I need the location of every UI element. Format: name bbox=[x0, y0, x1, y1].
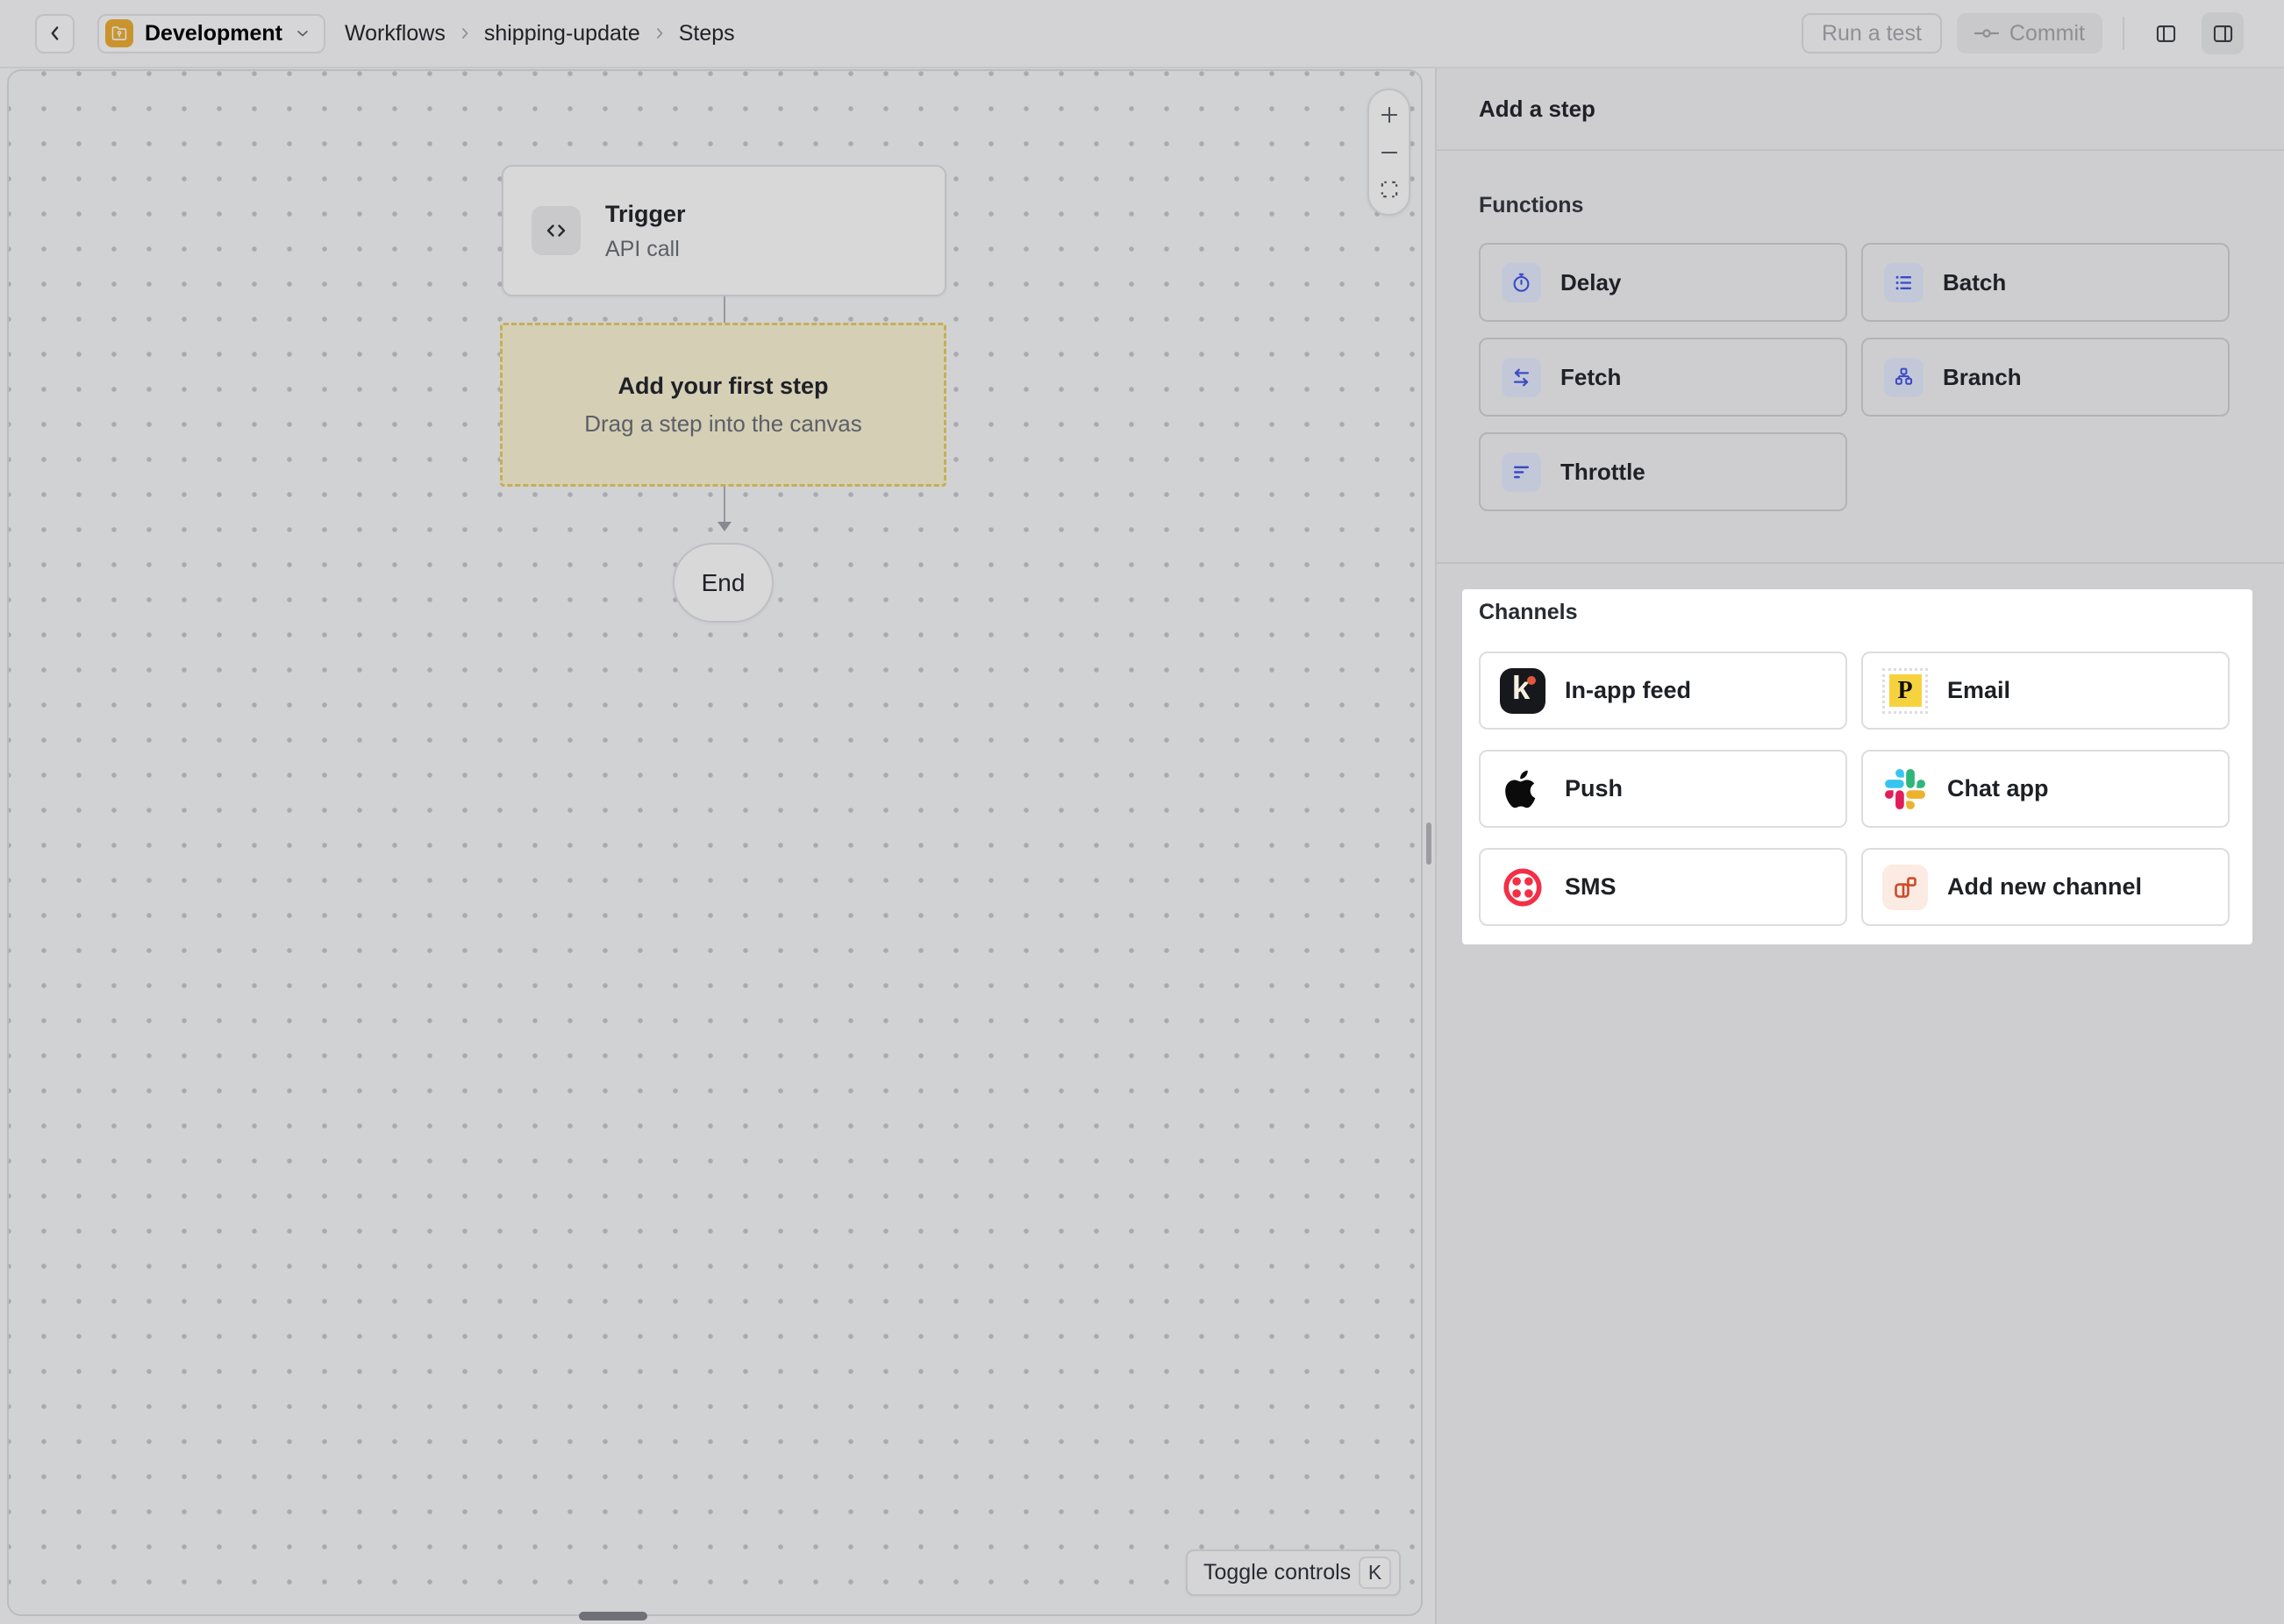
fit-view-icon bbox=[1378, 178, 1401, 201]
channel-card-add-new-channel[interactable]: Add new channel bbox=[1861, 848, 2230, 926]
trigger-node[interactable]: Trigger API call bbox=[502, 165, 946, 296]
function-card-batch[interactable]: Batch bbox=[1861, 243, 2230, 322]
end-node[interactable]: End bbox=[673, 543, 774, 623]
back-button[interactable] bbox=[35, 14, 75, 53]
add-channel-blocks-icon bbox=[1882, 865, 1928, 910]
zoom-out-button[interactable] bbox=[1374, 138, 1404, 167]
dropzone-title: Add your first step bbox=[617, 373, 828, 400]
sidebar-section-divider bbox=[1437, 562, 2284, 564]
minus-icon bbox=[1378, 141, 1401, 164]
canvas-zoom-controls bbox=[1367, 89, 1410, 216]
vertical-scrollbar-thumb[interactable] bbox=[1426, 823, 1431, 865]
sidebar-title: Add a step bbox=[1437, 68, 2284, 151]
edge-connector bbox=[724, 296, 725, 323]
commit-icon bbox=[1974, 26, 1999, 40]
run-a-test-button[interactable]: Run a test bbox=[1802, 13, 1942, 53]
keyboard-shortcut-badge: K bbox=[1359, 1556, 1391, 1589]
commit-button[interactable]: Commit bbox=[1957, 13, 2102, 53]
topbar-actions: Run a test Commit bbox=[1802, 12, 2244, 54]
trigger-title: Trigger bbox=[605, 199, 686, 229]
environment-selector[interactable]: Development bbox=[97, 14, 325, 53]
edge-arrowhead-icon bbox=[717, 522, 732, 531]
knock-logo-icon: k bbox=[1500, 668, 1545, 714]
toggle-right-panel-button[interactable] bbox=[2202, 12, 2244, 54]
toggle-controls-button[interactable]: Toggle controls K bbox=[1186, 1549, 1401, 1596]
add-step-sidebar: Add a step Functions Delay Batch Fetch B… bbox=[1435, 68, 2284, 1624]
plus-icon bbox=[1378, 103, 1401, 126]
topbar-divider bbox=[2123, 17, 2124, 50]
function-card-throttle[interactable]: Throttle bbox=[1479, 432, 1847, 511]
dropzone-subtitle: Drag a step into the canvas bbox=[584, 410, 862, 438]
code-icon bbox=[532, 206, 581, 255]
channel-card-email[interactable]: P Email bbox=[1861, 652, 2230, 730]
environment-label: Development bbox=[145, 21, 282, 46]
breadcrumb-steps: Steps bbox=[679, 21, 735, 46]
environment-folder-icon bbox=[105, 19, 133, 47]
chevron-down-icon bbox=[294, 25, 311, 42]
edge-connector bbox=[724, 487, 725, 523]
function-card-fetch[interactable]: Fetch bbox=[1479, 338, 1847, 417]
delay-stopwatch-icon bbox=[1502, 263, 1541, 303]
toggle-left-panel-button[interactable] bbox=[2145, 12, 2187, 54]
function-card-delay[interactable]: Delay bbox=[1479, 243, 1847, 322]
breadcrumb-workflow-name[interactable]: shipping-update bbox=[484, 21, 640, 46]
breadcrumb-workflows[interactable]: Workflows bbox=[345, 21, 446, 46]
breadcrumb-chevron-icon bbox=[456, 25, 474, 42]
postmark-logo-icon: P bbox=[1882, 668, 1928, 714]
twilio-logo-icon bbox=[1500, 865, 1545, 910]
slack-logo-icon bbox=[1882, 766, 1928, 812]
batch-list-icon bbox=[1884, 263, 1924, 303]
zoom-in-button[interactable] bbox=[1374, 100, 1404, 130]
throttle-lines-icon bbox=[1502, 452, 1541, 492]
channel-card-chat-app[interactable]: Chat app bbox=[1861, 750, 2230, 828]
function-card-branch[interactable]: Branch bbox=[1861, 338, 2230, 417]
channels-grid: k In-app feed P Email Push bbox=[1479, 652, 2230, 926]
horizontal-scrollbar-thumb[interactable] bbox=[579, 1612, 647, 1620]
add-first-step-dropzone[interactable]: Add your first step Drag a step into the… bbox=[500, 323, 946, 487]
functions-section-label: Functions bbox=[1479, 193, 1583, 218]
panel-left-icon bbox=[2154, 22, 2178, 46]
workflow-canvas[interactable]: Trigger API call Add your first step Dra… bbox=[7, 69, 1423, 1616]
panel-right-icon bbox=[2211, 22, 2235, 46]
branch-tree-icon bbox=[1884, 358, 1924, 397]
functions-grid: Delay Batch Fetch Branch Throttle bbox=[1479, 243, 2230, 511]
breadcrumb-chevron-icon bbox=[651, 25, 668, 42]
topbar: Development Workflows shipping-update St… bbox=[0, 0, 2284, 68]
breadcrumb: Workflows shipping-update Steps bbox=[345, 21, 735, 46]
apple-logo-icon bbox=[1500, 766, 1545, 812]
channels-section-label: Channels bbox=[1479, 600, 1578, 625]
fit-view-button[interactable] bbox=[1374, 175, 1404, 204]
channels-spotlight-panel: Channels k In-app feed P Email Push bbox=[1462, 589, 2252, 944]
fetch-arrows-icon bbox=[1502, 358, 1541, 397]
channel-card-push[interactable]: Push bbox=[1479, 750, 1847, 828]
trigger-subtitle: API call bbox=[605, 235, 686, 263]
chevron-left-icon bbox=[44, 22, 67, 45]
channel-card-in-app-feed[interactable]: k In-app feed bbox=[1479, 652, 1847, 730]
channel-card-sms[interactable]: SMS bbox=[1479, 848, 1847, 926]
